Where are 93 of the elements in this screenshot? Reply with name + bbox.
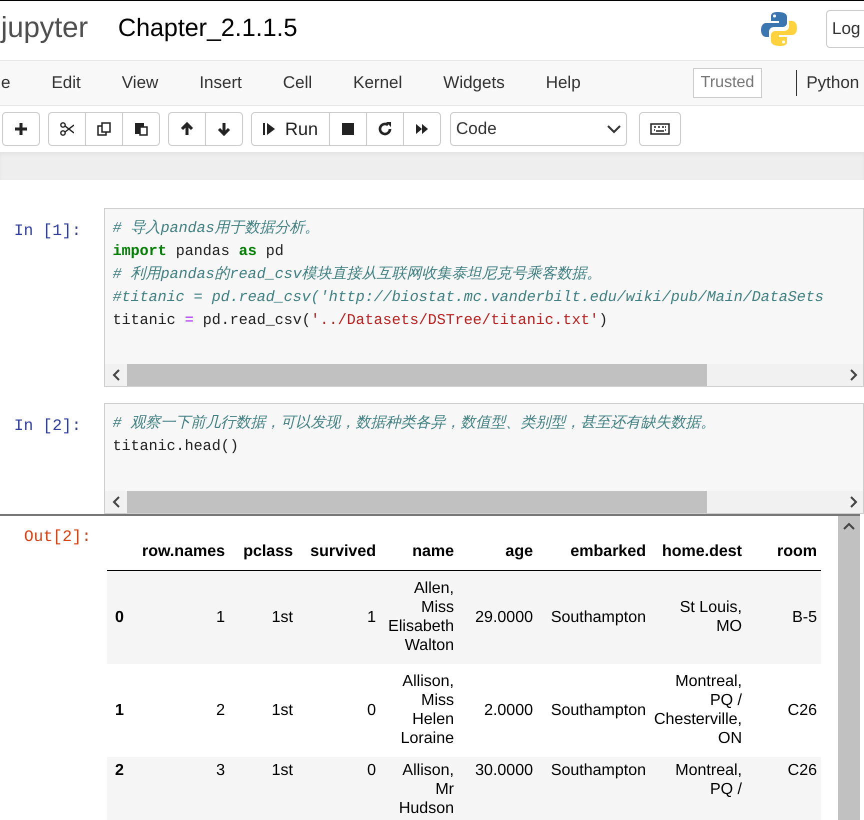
- jupyter-logo[interactable]: jupyter: [1, 14, 88, 43]
- chevron-down-icon: [607, 124, 622, 134]
- code-line: titanic = pd.read_csv('../Datasets/DSTree/titanic.txt'): [112, 311, 608, 331]
- scissors-icon: [60, 122, 74, 136]
- menu-item[interactable]: Kernel: [353, 70, 402, 96]
- column-header: room: [746, 540, 821, 570]
- table-cell: Montreal, PQ /: [650, 756, 746, 820]
- stop-button[interactable]: [329, 112, 368, 146]
- stop-icon: [341, 122, 356, 136]
- restart-button[interactable]: [366, 112, 404, 146]
- step-icon: [263, 122, 277, 136]
- column-header: survived: [297, 540, 380, 570]
- table-cell: 0: [297, 756, 380, 820]
- menu-item[interactable]: Cell: [282, 70, 312, 96]
- table-cell: Montreal, PQ / Chesterville, ON: [650, 664, 746, 756]
- code-line: # 观察一下前几行数据，可以发现，数据种类各异，数值型、类别型，甚至还有缺失数据。: [112, 413, 716, 434]
- move-down-button[interactable]: [205, 112, 243, 146]
- table-cell: Allison, Mr Hudson: [380, 756, 458, 820]
- chevron-left-icon[interactable]: [112, 496, 120, 508]
- table-cell: Allison, Miss Helen Loraine: [380, 664, 458, 756]
- copy-icon: [97, 122, 111, 136]
- menu-item[interactable]: Help: [546, 70, 581, 96]
- run-all-button[interactable]: [403, 112, 442, 146]
- column-header: row.names: [137, 540, 229, 570]
- chevron-right-icon[interactable]: [850, 369, 858, 381]
- python-logo-icon: [760, 10, 798, 48]
- horizontal-scrollbar[interactable]: [104, 491, 863, 513]
- table-cell: 2.0000: [458, 664, 537, 756]
- menu-item[interactable]: Edit: [51, 70, 81, 96]
- output-prompt: Out[2]:: [24, 527, 92, 548]
- table-cell: 3: [137, 756, 229, 820]
- table-cell: 30.0000: [458, 756, 537, 820]
- table-cell: 1: [137, 570, 229, 664]
- table-cell: B-5: [746, 570, 821, 664]
- table-cell: Allen, Miss Elisabeth Walton: [380, 570, 458, 664]
- table-cell: Southampton: [537, 570, 650, 664]
- fast-forward-icon: [415, 122, 430, 136]
- table-cell: 2: [137, 664, 229, 756]
- menu-item[interactable]: View: [122, 70, 158, 96]
- table-cell: 1st: [229, 756, 297, 820]
- add-cell-button[interactable]: [2, 112, 40, 146]
- cut-button[interactable]: [48, 112, 86, 146]
- paste-button[interactable]: [122, 112, 160, 146]
- move-up-button[interactable]: [168, 112, 206, 146]
- arrow-down-icon: [217, 122, 231, 136]
- trusted-badge[interactable]: Trusted: [692, 68, 762, 98]
- table-cell: St Louis, MO: [650, 570, 746, 664]
- code-line: #titanic = pd.read_csv('http://biostat.mc.vanderbilt.edu/wiki/pub/Main/DataSets: [112, 288, 824, 308]
- column-header: home.dest: [650, 540, 746, 570]
- table-cell: Southampton: [537, 664, 650, 756]
- notebook-title[interactable]: Chapter_2.1.1.5: [118, 16, 298, 41]
- table-cell: 1st: [229, 570, 297, 664]
- column-header: age: [458, 540, 537, 570]
- copy-button[interactable]: [85, 112, 123, 146]
- kernel-name: Python: [796, 70, 860, 96]
- code-line: import pandas as pd: [112, 242, 284, 262]
- table-cell: C26: [746, 756, 821, 820]
- column-header: pclass: [229, 540, 297, 570]
- arrow-up-icon: [180, 122, 194, 136]
- code-line: # 导入pandas用于数据分析。: [112, 218, 320, 239]
- horizontal-scrollbar[interactable]: [104, 364, 863, 386]
- run-button[interactable]: Run: [251, 112, 330, 146]
- chevron-left-icon[interactable]: [112, 369, 120, 381]
- menu-item[interactable]: Widgets: [443, 70, 505, 96]
- code-line: # 利用pandas的read_csv模块直接从互联网收集泰坦尼克号乘客数据。: [112, 264, 602, 285]
- chevron-right-icon[interactable]: [850, 496, 858, 508]
- table-cell: 0: [297, 664, 380, 756]
- column-header: name: [380, 540, 458, 570]
- login-button[interactable]: Log: [826, 10, 864, 48]
- cell-type-dropdown[interactable]: Code: [450, 112, 628, 146]
- plus-icon: [14, 122, 28, 136]
- column-header: embarked: [537, 540, 650, 570]
- table-cell: 29.0000: [458, 570, 537, 664]
- restart-icon: [378, 122, 392, 136]
- input-prompt: In [2]:: [14, 416, 82, 437]
- menu-item[interactable]: e: [1, 70, 10, 96]
- input-prompt: In [1]:: [14, 221, 82, 242]
- row-index: 0: [107, 570, 137, 664]
- table-cell: 1: [297, 570, 380, 664]
- row-index: 1: [107, 664, 137, 756]
- row-index: 2: [107, 756, 137, 820]
- keyboard-icon: [650, 123, 670, 135]
- code-cell[interactable]: [104, 208, 864, 387]
- chevron-up-icon[interactable]: [843, 522, 855, 530]
- code-cell[interactable]: # 观察一下前几行数据，可以发现，数据种类各异，数值型、类别型，甚至还有缺失数据。 titanic.head(): [104, 403, 864, 514]
- menu-item[interactable]: Insert: [199, 70, 242, 96]
- table-cell: C26: [746, 664, 821, 756]
- code-line: titanic.head(): [112, 437, 239, 457]
- keyboard-button[interactable]: [639, 112, 682, 146]
- table-cell: 1st: [229, 664, 297, 756]
- vertical-scrollbar[interactable]: [838, 516, 860, 820]
- paste-icon: [134, 122, 148, 136]
- table-cell: Southampton: [537, 756, 650, 820]
